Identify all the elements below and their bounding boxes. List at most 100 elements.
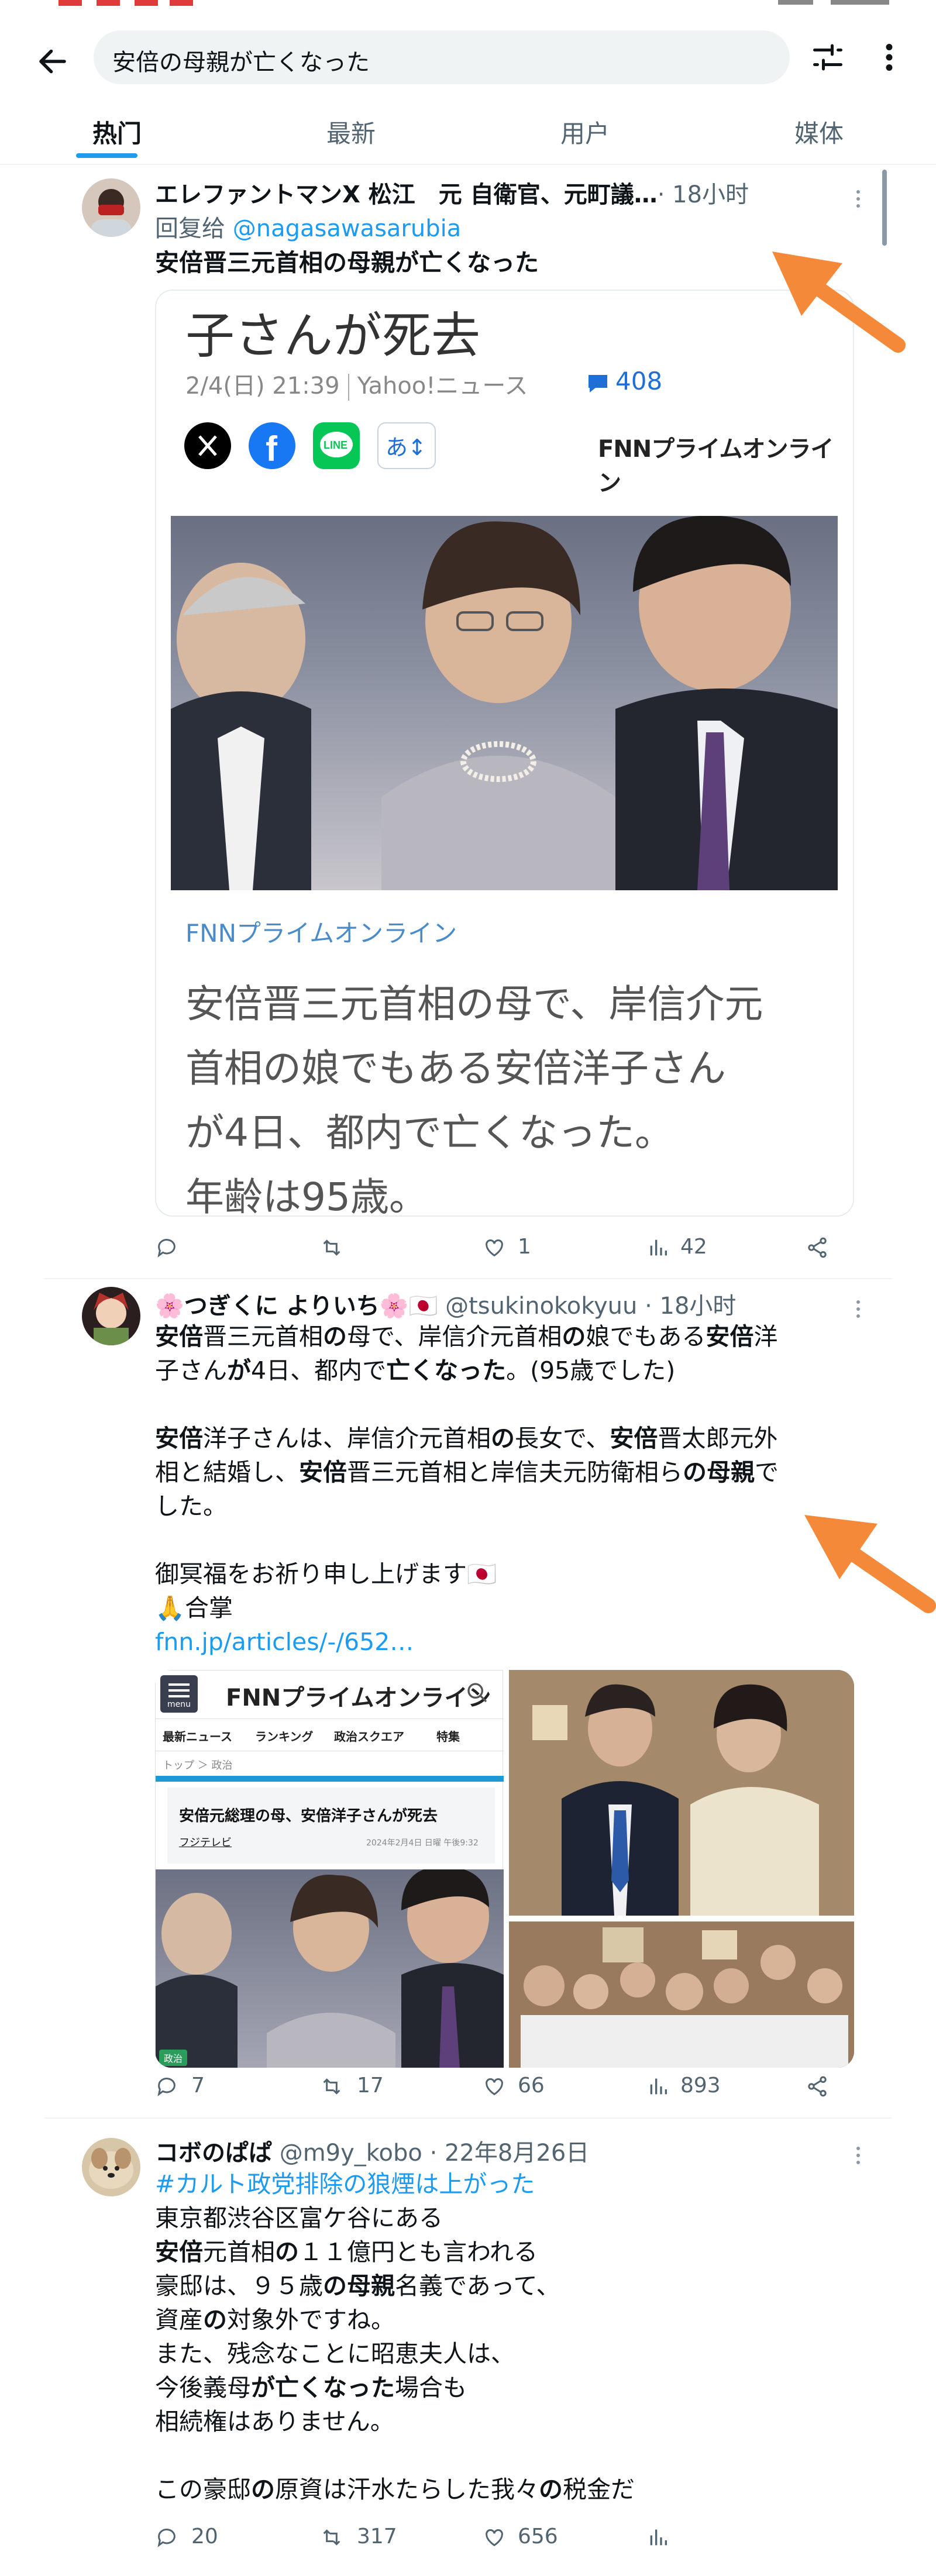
tab-latest[interactable]: 最新 (304, 114, 398, 150)
keyword-highlight: 安倍 (610, 1424, 658, 1452)
text-segment: 長女で、 (515, 1424, 610, 1452)
text-segment: 相と結婚し、 (155, 1458, 299, 1486)
media-article-photo: 政治 (156, 1869, 504, 2068)
author-name[interactable]: コボのぱぱ (155, 2140, 272, 2167)
tweet-menu-icon[interactable] (851, 2144, 865, 2167)
svg-text:あ↕: あ↕ (386, 435, 426, 460)
text-segment: 豪邸は、９５歳 (155, 2272, 323, 2300)
overflow-menu-icon[interactable] (878, 40, 901, 75)
tweet-menu-icon[interactable] (851, 187, 865, 211)
text-segment: 今後義母 (155, 2374, 251, 2402)
tweet-line: 今後義母が亡くなった場合も (155, 2371, 857, 2405)
text-segment: 晋三元首相 (203, 1323, 323, 1351)
keyword-highlight: 安倍 (155, 2238, 203, 2266)
keyword-highlight: の (491, 1424, 515, 1452)
article-photo[interactable] (171, 516, 838, 890)
text-segment: この豪邸 (155, 2475, 251, 2503)
text-segment: また、残念なことに昭恵夫人は、 (155, 2340, 515, 2368)
views-icon[interactable] (646, 2526, 670, 2549)
like-count: 66 (518, 2074, 545, 2098)
x-share-icon[interactable] (184, 422, 231, 469)
scrollbar[interactable] (882, 170, 887, 246)
fnn-logo: FNNプライムオンライン (598, 436, 834, 497)
tabs-divider (0, 164, 936, 165)
author-handle: @tsukinokokyuu · 18小时 (445, 1293, 737, 1320)
filter-settings-icon[interactable] (810, 40, 845, 75)
like-icon[interactable] (483, 2075, 506, 2098)
tweet-line: 安倍洋子さんは、岸信介元首相の長女で、安倍晋太郎元外 (155, 1421, 857, 1455)
tweet-divider (44, 1278, 892, 1279)
line-share-icon[interactable]: LINE (313, 422, 360, 469)
author-name[interactable]: エレファントマンX 松江 元 自衛官、元町議… (155, 181, 658, 208)
reply-handle[interactable]: @nagasawasarubia (233, 215, 462, 242)
avatar[interactable] (82, 2138, 140, 2196)
retweet-count: 317 (357, 2525, 397, 2549)
text-segment: 場合も (395, 2374, 467, 2402)
retweet-icon[interactable] (319, 1236, 345, 1259)
text-segment: 税金だ (563, 2475, 635, 2503)
tab-top[interactable]: 热门 (70, 114, 164, 150)
tweet-line: 安倍晋三元首相の母で、岸信介元首相の娘でもある安倍洋 (155, 1320, 857, 1354)
text-segment: 東京都渋谷区富ケ谷にある (155, 2204, 443, 2232)
reply-icon[interactable] (155, 2075, 178, 2098)
search-icon (466, 1681, 489, 1704)
share-icon[interactable] (806, 1236, 829, 1259)
article-screenshot[interactable]: 子さんが死去 2/4(日) 21:39 Yahoo!ニュース 408 f LINE… (155, 290, 854, 1217)
hashtag-link[interactable]: #カルト政党排除の狼煙は上がった (155, 2167, 857, 2201)
author-handle: @m9y_kobo · 22年8月26日 (279, 2140, 590, 2167)
text-segment: 原資は汗水たらした我々 (275, 2475, 539, 2503)
media-grid[interactable]: menu FNNプライムオンライン 最新ニュース ランキング 政治スクエア 特集… (155, 1670, 854, 2068)
article-source-link[interactable]: FNNプライムオンライン (185, 914, 457, 949)
like-count: 1 (518, 1235, 531, 1259)
tweet-line: 豪邸は、９５歳の母親名義であって、 (155, 2269, 857, 2303)
facebook-share-icon[interactable]: f (249, 422, 295, 469)
text-segment: した。 (155, 1492, 227, 1520)
search-input[interactable]: 安倍の母親が亡くなった (94, 30, 790, 84)
article-date: 2/4(日) 21:39 (185, 373, 340, 400)
tweet-line: 安倍元首相の１１億円とも言われる (155, 2235, 857, 2269)
reply-icon[interactable] (155, 2526, 178, 2549)
like-icon[interactable] (483, 1236, 506, 1259)
avatar[interactable] (82, 1287, 140, 1345)
keyword-highlight: の母親 (323, 2272, 395, 2300)
translate-icon[interactable]: あ↕ (377, 422, 436, 469)
tweet-line: 子さんが4日、都内で亡くなった。(95歳でした) (155, 1354, 857, 1387)
keyword-highlight: 安倍 (706, 1323, 754, 1351)
headline-box: 安倍元総理の母、安倍洋子さんが死去 フジテレビ 2024年2月4日 日曜 午後9… (167, 1788, 495, 1864)
tweet-menu-icon[interactable] (851, 1297, 865, 1321)
back-arrow-icon[interactable] (35, 44, 70, 79)
tweet-line: 相続権はありません。 (155, 2405, 857, 2439)
views-icon[interactable] (646, 1236, 670, 1259)
media-photo-1[interactable] (509, 1670, 854, 1916)
like-icon[interactable] (483, 2526, 506, 2549)
keyword-highlight: の (275, 2238, 299, 2266)
keyword-highlight: 安倍 (299, 1458, 347, 1486)
tweet-text-bold: の母親が亡くなった (323, 249, 539, 277)
retweet-icon[interactable] (319, 2075, 345, 2098)
keyword-highlight: の (203, 2306, 227, 2334)
reply-icon[interactable] (155, 1236, 178, 1259)
tweet-line: 相と結婚し、安倍晋三元首相と岸信夫元防衛相らの母親で (155, 1455, 857, 1489)
media-article-screenshot[interactable]: menu FNNプライムオンライン 最新ニュース ランキング 政治スクエア 特集… (155, 1670, 504, 2068)
avatar[interactable] (82, 178, 140, 237)
text-segment: 洋子さんは、岸信介元首相 (203, 1424, 491, 1452)
tweet-link[interactable]: fnn.jp/articles/-/652… (155, 1625, 857, 1659)
author-name[interactable]: 🌸つぎくに よりいち🌸🇯🇵 (155, 1293, 438, 1320)
article-body-line: が4日、都内で亡くなった。 (185, 1110, 673, 1155)
tweet-line: した。 (155, 1489, 857, 1523)
article-body-line: 安倍晋三元首相の母で、岸信介元 (185, 982, 763, 1027)
media-photo-2[interactable] (509, 1921, 854, 2068)
share-icon[interactable] (806, 2075, 829, 2098)
tweet-line: この豪邸の原資は汗水たらした我々の税金だ (155, 2472, 857, 2506)
status-bar (0, 0, 936, 18)
text-segment: 母で、岸信介元首相 (347, 1323, 562, 1351)
section-bar (156, 1776, 504, 1782)
search-query: 安倍の母親が亡くなった (112, 49, 370, 76)
tab-media[interactable]: 媒体 (772, 114, 866, 150)
views-icon[interactable] (646, 2075, 670, 2098)
keyword-highlight: の (251, 2475, 275, 2503)
article-body-line: 首相の娘でもある安倍洋子さん (185, 1046, 726, 1091)
tab-people[interactable]: 用户 (538, 114, 632, 150)
retweet-icon[interactable] (319, 2526, 345, 2549)
tweet-line: 資産の対象外ですね。 (155, 2303, 857, 2337)
